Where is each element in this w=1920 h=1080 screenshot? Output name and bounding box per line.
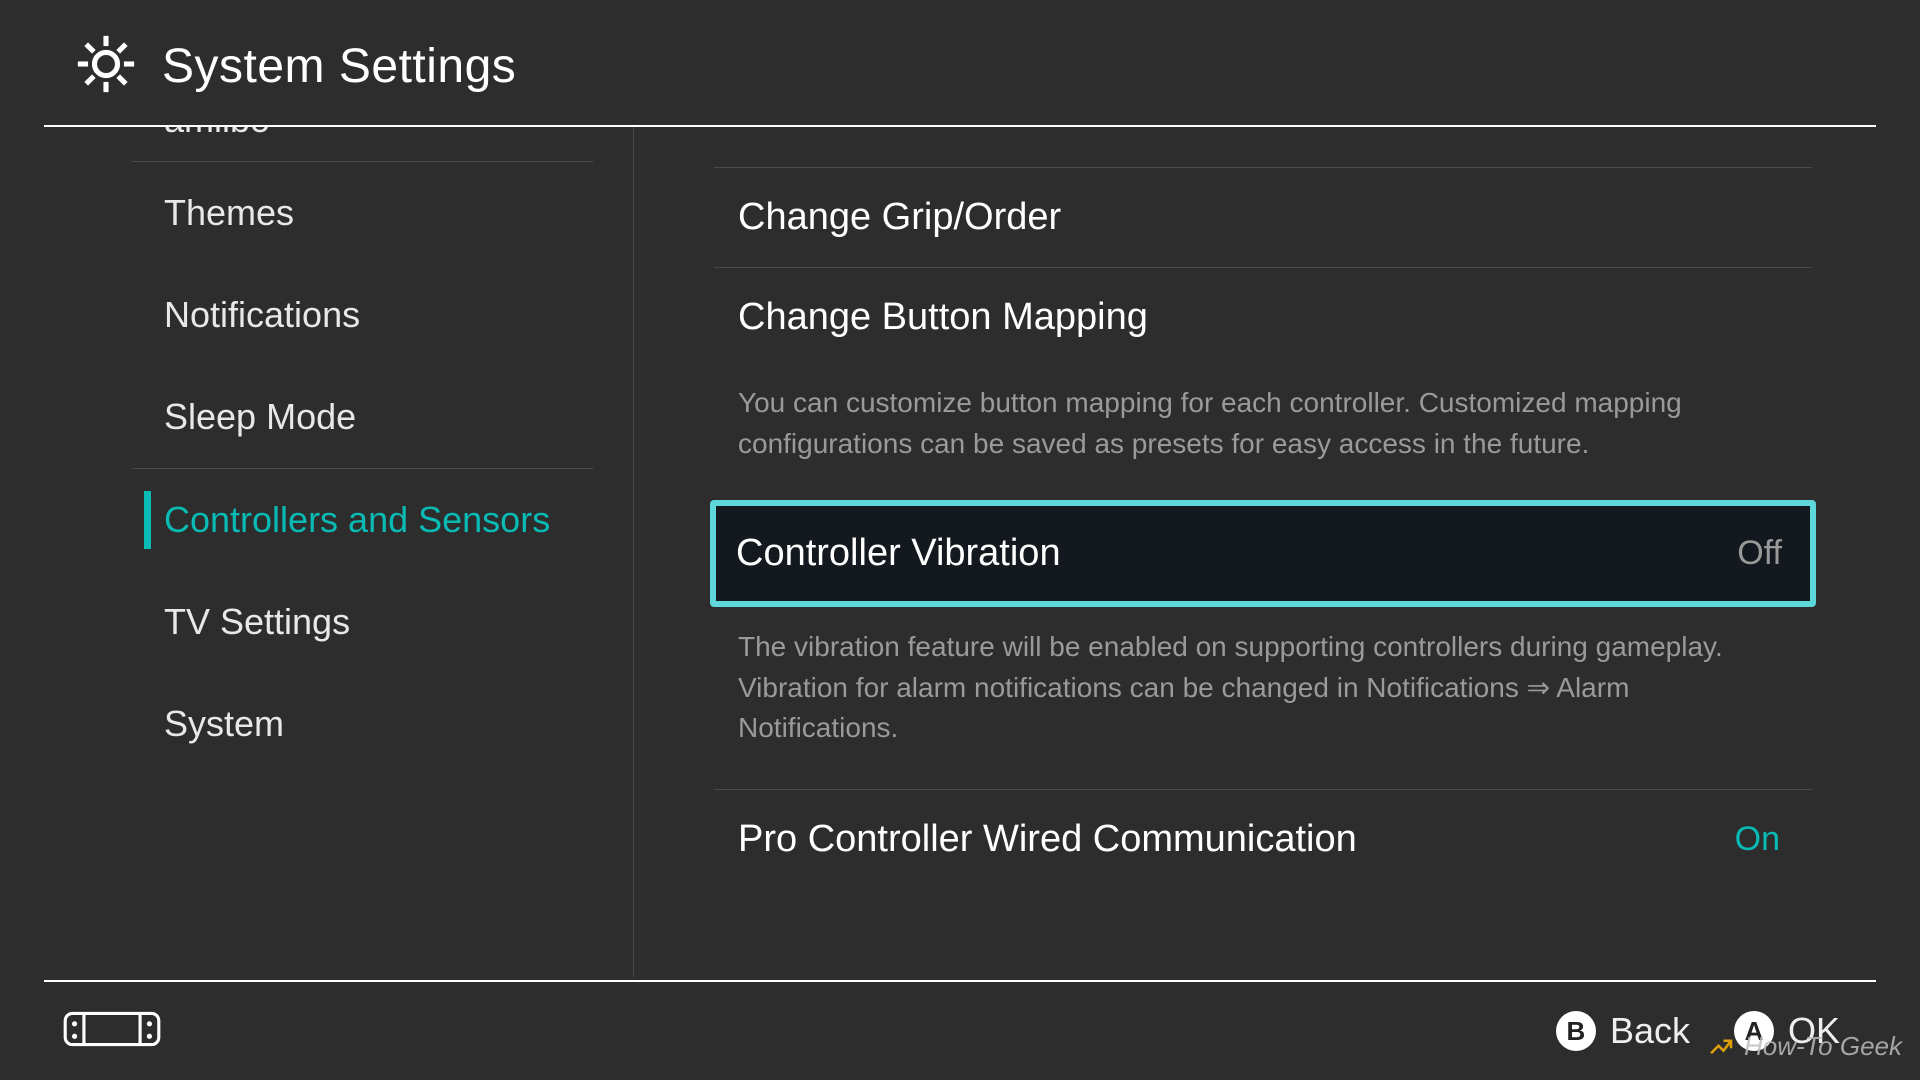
b-button-icon: B bbox=[1556, 1011, 1596, 1051]
back-label: Back bbox=[1610, 1010, 1690, 1052]
row-desc-controller-vibration: The vibration feature will be enabled on… bbox=[714, 611, 1812, 767]
row-change-button-mapping[interactable]: Change Button Mapping bbox=[714, 267, 1812, 367]
sidebar-item-label: amiibo bbox=[164, 127, 270, 140]
footer: B Back A OK bbox=[44, 982, 1876, 1080]
sidebar-item-label: Themes bbox=[164, 192, 294, 233]
sidebar-item-notifications[interactable]: Notifications bbox=[44, 264, 633, 366]
row-label: Pro Controller Wired Communication bbox=[738, 818, 1357, 861]
header: System Settings bbox=[44, 0, 1876, 125]
row-label: Controller Vibration bbox=[736, 532, 1061, 575]
back-button[interactable]: B Back bbox=[1556, 1010, 1690, 1052]
sidebar-item-sleep-mode[interactable]: Sleep Mode bbox=[44, 366, 633, 468]
sidebar: amiibo Themes Notifications Sleep Mode C… bbox=[44, 127, 634, 977]
row-label: Change Button Mapping bbox=[738, 296, 1148, 339]
gear-icon bbox=[74, 32, 138, 101]
row-value: Off bbox=[1737, 534, 1790, 573]
row-value: On bbox=[1735, 820, 1788, 859]
sidebar-item-label: Notifications bbox=[164, 294, 360, 335]
row-pro-controller-wired[interactable]: Pro Controller Wired Communication On bbox=[714, 789, 1812, 889]
ok-label: OK bbox=[1788, 1010, 1840, 1052]
sidebar-item-label: Controllers and Sensors bbox=[164, 499, 550, 540]
row-desc-pro-controller-cut: If this option is enabled, the Nintendo … bbox=[714, 889, 1812, 903]
row-label: Change Grip/Order bbox=[738, 196, 1061, 239]
sidebar-item-label: System bbox=[164, 703, 284, 744]
ok-button[interactable]: A OK bbox=[1734, 1010, 1840, 1052]
sidebar-item-themes[interactable]: Themes bbox=[44, 162, 633, 264]
page-title: System Settings bbox=[162, 39, 516, 94]
row-controller-vibration[interactable]: Controller Vibration Off bbox=[710, 500, 1816, 607]
controller-icon bbox=[60, 1003, 164, 1060]
sidebar-item-system[interactable]: System bbox=[44, 673, 633, 775]
row-desc-button-mapping: You can customize button mapping for eac… bbox=[714, 367, 1812, 482]
sidebar-item-controllers-sensors[interactable]: Controllers and Sensors bbox=[44, 469, 633, 571]
sidebar-item-label: Sleep Mode bbox=[164, 396, 356, 437]
sidebar-item-amiibo[interactable]: amiibo bbox=[44, 127, 633, 161]
a-button-icon: A bbox=[1734, 1011, 1774, 1051]
sidebar-item-label: TV Settings bbox=[164, 601, 350, 642]
content-panel: Change Grip/Order Change Button Mapping … bbox=[634, 127, 1876, 977]
sidebar-item-tv-settings[interactable]: TV Settings bbox=[44, 571, 633, 673]
row-change-grip-order[interactable]: Change Grip/Order bbox=[714, 167, 1812, 267]
